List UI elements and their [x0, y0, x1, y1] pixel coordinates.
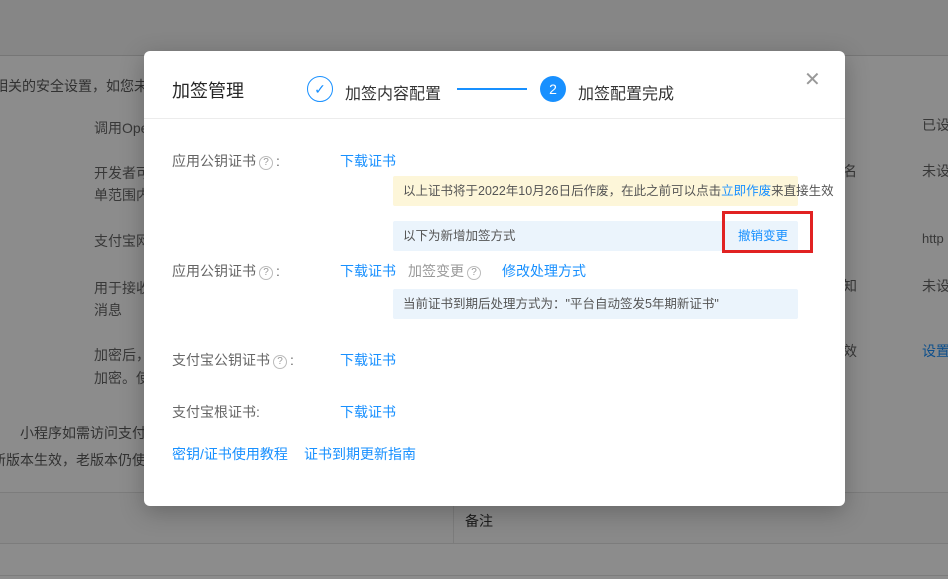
download-cert-link[interactable]: 下载证书 — [340, 151, 396, 171]
help-icon[interactable]: ? — [259, 156, 273, 170]
cert-renewal-guide-link[interactable]: 证书到期更新指南 — [304, 444, 416, 464]
warning-text: 来直接生效 — [771, 184, 834, 198]
step2-number-badge: 2 — [540, 76, 566, 102]
expiry-warning-banner: 以上证书将于2022年10月26日后作废，在此之前可以点击立即作废来直接生效 — [393, 176, 798, 206]
label-colon: : — [276, 263, 280, 279]
app-public-cert-label: 应用公钥证书?: — [172, 261, 280, 281]
step2-label: 加签配置完成 — [578, 80, 674, 104]
label-text: 应用公钥证书 — [172, 263, 256, 279]
banner-text: 以下为新增加签方式 — [403, 221, 516, 251]
alipay-root-cert-label: 支付宝根证书: — [172, 402, 260, 422]
label-colon: : — [276, 153, 280, 169]
signature-management-dialog: 加签管理 ✓ 加签内容配置 2 加签配置完成 ✕ 应用公钥证书?: 下载证书 以… — [144, 51, 845, 506]
header-divider — [144, 118, 845, 119]
label-text: 支付宝公钥证书 — [172, 352, 270, 368]
warning-text: 以上证书将于2022年10月26日后作废，在此之前可以点击 — [403, 184, 721, 198]
close-icon[interactable]: ✕ — [804, 67, 821, 92]
alipay-public-cert-label: 支付宝公钥证书?: — [172, 350, 294, 370]
invalidate-now-link[interactable]: 立即作废 — [721, 184, 771, 198]
check-icon: ✓ — [314, 81, 326, 98]
label-colon: : — [290, 352, 294, 368]
download-cert-link[interactable]: 下载证书 — [340, 402, 396, 422]
label-text: 加签变更 — [408, 263, 464, 279]
step2-number: 2 — [549, 81, 557, 97]
step-connector — [457, 88, 527, 90]
annotation-highlight-box — [722, 211, 813, 253]
help-icon[interactable]: ? — [467, 266, 481, 280]
cert-tutorial-link[interactable]: 密钥/证书使用教程 — [172, 444, 288, 464]
modify-handling-link[interactable]: 修改处理方式 — [502, 261, 586, 281]
dialog-title: 加签管理 — [172, 77, 244, 103]
step1-check-icon: ✓ — [307, 76, 333, 102]
download-cert-link[interactable]: 下载证书 — [340, 261, 396, 281]
expiry-handling-banner: 当前证书到期后处理方式为："平台自动签发5年期新证书" — [393, 289, 798, 319]
label-text: 应用公钥证书 — [172, 153, 256, 169]
step1-label: 加签内容配置 — [345, 80, 441, 104]
signature-change-label: 加签变更? — [408, 261, 484, 281]
download-cert-link[interactable]: 下载证书 — [340, 350, 396, 370]
banner-text: 当前证书到期后处理方式为："平台自动签发5年期新证书" — [403, 297, 719, 311]
app-public-cert-label: 应用公钥证书?: — [172, 151, 280, 171]
help-icon[interactable]: ? — [259, 266, 273, 280]
page: 相关的安全设置，如您未使用 调用Open 开发者可 单范围内 支付宝网 用于接收… — [0, 0, 948, 579]
help-icon[interactable]: ? — [273, 355, 287, 369]
